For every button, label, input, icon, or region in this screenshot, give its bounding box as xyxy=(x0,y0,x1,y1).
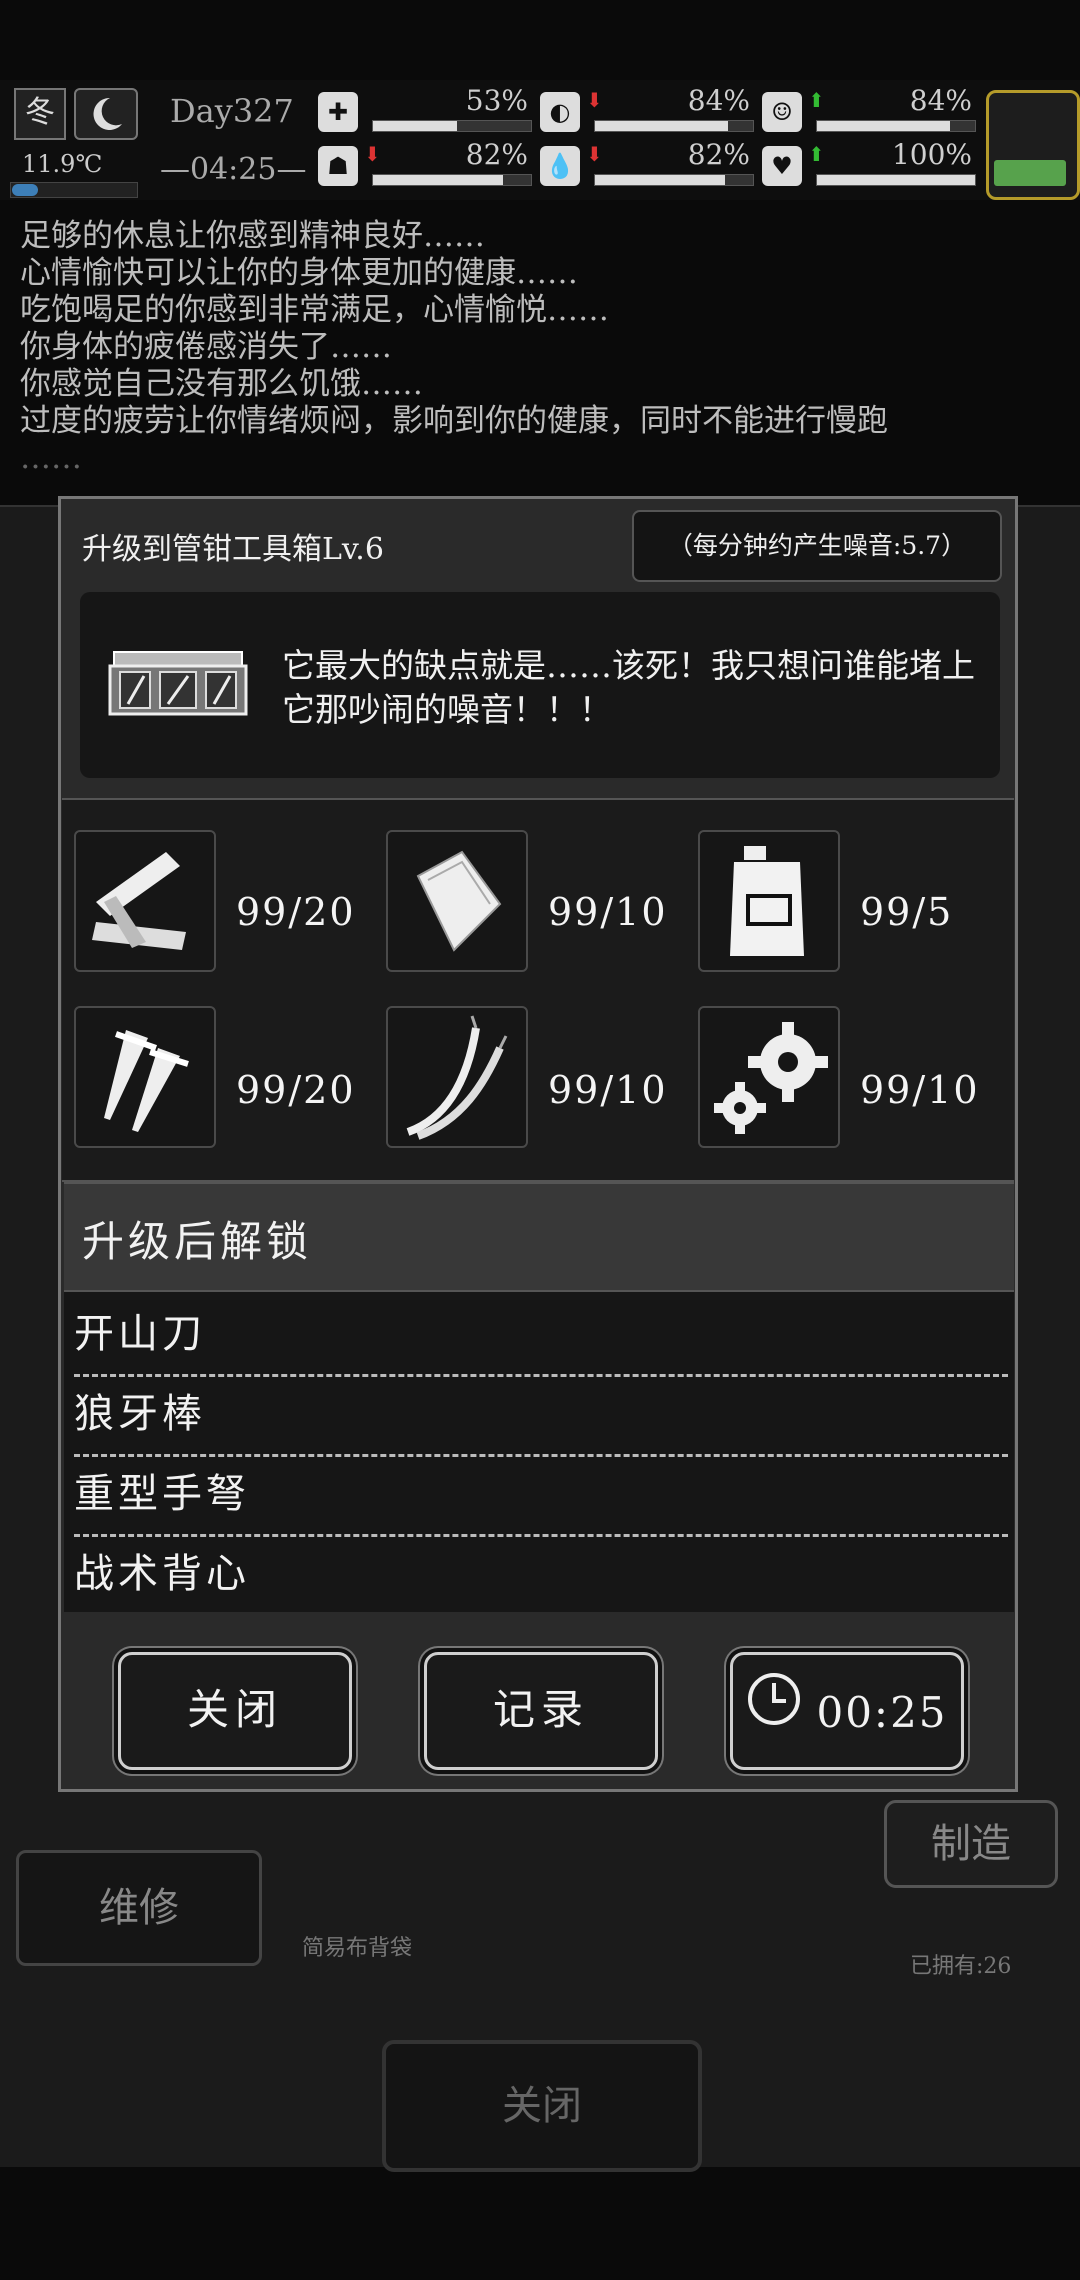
trend-down-icon: ⬇ xyxy=(586,142,603,166)
gears-icon xyxy=(698,1006,840,1148)
stat-bar-fill xyxy=(595,121,728,131)
material-count: 99/10 xyxy=(548,890,668,934)
season-indicator: 冬 xyxy=(14,88,66,140)
unlock-title: 升级后解锁 xyxy=(82,1217,313,1266)
fatigue-icon: ☗ xyxy=(318,146,358,186)
log-line: 你感觉自己没有那么饥饿…… xyxy=(20,366,423,402)
stat-bar xyxy=(594,174,754,186)
event-log: 足够的休息让你感到精神良好…… 心情愉快可以让你的身体更加的健康…… 吃饱喝足的… xyxy=(20,218,1070,477)
heart-icon: ♥ xyxy=(762,146,802,186)
game-clock: —04:25— xyxy=(160,152,307,187)
day-counter: Day327 xyxy=(170,92,294,130)
material-count: 99/10 xyxy=(548,1068,668,1112)
log-line: 心情愉快可以让你的身体更加的健康…… xyxy=(20,255,578,291)
stat-bar-fill xyxy=(373,175,503,185)
noise-info: （每分钟约产生噪音:5.7） xyxy=(632,510,1002,582)
log-line: 足够的休息让你感到精神良好…… xyxy=(20,218,485,254)
material-count: 99/10 xyxy=(860,1068,980,1112)
battery-indicator-fill xyxy=(994,160,1066,186)
trend-up-icon: ⬆ xyxy=(808,88,825,112)
log-line: …… xyxy=(20,440,82,476)
stat-bar-fill xyxy=(373,121,457,131)
make-button[interactable]: 制造 xyxy=(884,1800,1058,1888)
stat-value: 53% xyxy=(465,84,528,117)
stat-value: 82% xyxy=(465,138,528,171)
dialog-description: 它最大的缺点就是……该死！我只想问谁能堵上它那吵闹的噪音！！！ xyxy=(282,646,975,729)
log-line: 你身体的疲倦感消失了…… xyxy=(20,329,392,365)
moon-icon xyxy=(74,88,138,140)
log-line: 吃饱喝足的你感到非常满足，心情愉悦…… xyxy=(20,292,609,328)
dialog-title: 升级到管钳工具箱Lv.6 xyxy=(82,532,384,567)
stat-value: 84% xyxy=(909,84,972,117)
log-line: 过度的疲劳让你情绪烦闷，影响到你的健康，同时不能进行慢跑 xyxy=(20,403,888,439)
trend-down-icon: ⬇ xyxy=(586,88,603,112)
temperature: 11.9℃ xyxy=(22,150,103,178)
item-name: 简易布背袋 xyxy=(302,1936,413,1961)
stat-bar xyxy=(372,120,532,132)
stat-bar-fill xyxy=(595,175,725,185)
temperature-bar-fill xyxy=(12,184,38,196)
timer-button[interactable]: 00:25 xyxy=(730,1652,964,1770)
stat-value: 82% xyxy=(687,138,750,171)
material-count: 99/20 xyxy=(236,890,356,934)
record-button[interactable]: 记录 xyxy=(424,1652,658,1770)
clock-icon xyxy=(746,1658,802,1768)
unlock-item: 狼牙棒 xyxy=(74,1374,1008,1457)
background-close-button[interactable]: 关闭 xyxy=(382,2040,702,2172)
stat-bar-fill xyxy=(817,175,975,185)
screws-icon xyxy=(74,1006,216,1148)
stat-bar xyxy=(816,120,976,132)
wires-icon xyxy=(386,1006,528,1148)
stat-bar xyxy=(816,174,976,186)
unlock-item: 开山刀 xyxy=(74,1294,1008,1377)
repair-button[interactable]: 维修 xyxy=(16,1850,262,1966)
stat-bar xyxy=(372,174,532,186)
stat-bar xyxy=(594,120,754,132)
close-button[interactable]: 关闭 xyxy=(118,1652,352,1770)
stomach-icon: ◐ xyxy=(540,92,580,132)
material-count: 99/20 xyxy=(236,1068,356,1112)
owned-count: 已拥有:26 xyxy=(910,1954,1012,1979)
water-drop-icon: 💧 xyxy=(540,146,580,186)
trend-up-icon: ⬆ xyxy=(808,142,825,166)
toolbox-icon xyxy=(108,644,248,720)
unlock-item: 重型手弩 xyxy=(74,1454,1008,1537)
stat-value: 100% xyxy=(891,138,972,171)
stat-bar-fill xyxy=(817,121,950,131)
material-count: 99/5 xyxy=(860,890,954,934)
wood-planks-icon xyxy=(74,830,216,972)
trend-down-icon: ⬇ xyxy=(364,142,381,166)
unlock-item: 战术背心 xyxy=(74,1551,250,1597)
timer-label: 00:25 xyxy=(816,1688,948,1737)
mood-icon: ☺ xyxy=(762,92,802,132)
medkit-icon: ✚ xyxy=(318,92,358,132)
cloth-sheet-icon xyxy=(386,830,528,972)
repair-label: 维修 xyxy=(99,1885,179,1931)
fuel-can-icon xyxy=(698,830,840,972)
stat-value: 84% xyxy=(687,84,750,117)
